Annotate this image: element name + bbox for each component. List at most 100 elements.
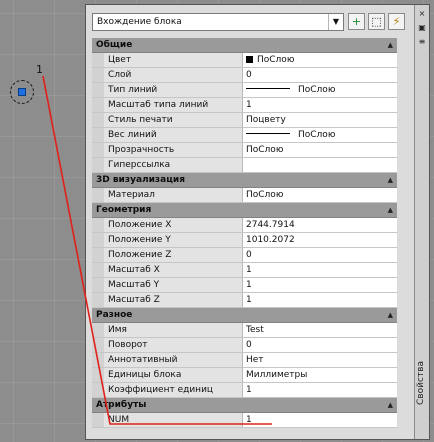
quick-select-button[interactable]: ⚡ xyxy=(388,13,405,30)
row-gutter xyxy=(92,233,104,247)
section-header[interactable]: 3D визуализация ▲ xyxy=(92,173,397,188)
property-value[interactable]: 1 xyxy=(243,278,397,292)
property-name: Цвет xyxy=(104,53,243,67)
section-title: Атрибуты xyxy=(96,400,147,410)
property-value-text: ПоСлою xyxy=(298,130,336,140)
property-value[interactable]: ПоСлою xyxy=(243,83,397,97)
row-gutter xyxy=(92,68,104,82)
section-header[interactable]: Разное ▲ xyxy=(92,308,397,323)
property-name: Масштаб X xyxy=(104,263,243,277)
collapse-icon[interactable]: ▲ xyxy=(388,398,393,412)
properties-palette: Вхождение блока ▼ + ⬚ ⚡ Общие ▲ Цвет ПоСлою… xyxy=(85,4,430,440)
row-gutter xyxy=(92,83,104,97)
row-gutter xyxy=(92,113,104,127)
object-type-select[interactable]: Вхождение блока ▼ xyxy=(92,13,344,31)
property-row[interactable]: Масштаб Z1 xyxy=(92,293,397,308)
close-icon[interactable]: × xyxy=(417,9,427,19)
property-row[interactable]: Масштаб типа линий 1 xyxy=(92,98,397,113)
property-value[interactable]: ПоСлою xyxy=(243,143,397,157)
property-value-text: 2744.7914 xyxy=(246,220,295,230)
color-swatch-icon xyxy=(246,56,253,63)
property-name: Поворот xyxy=(104,338,243,352)
property-value[interactable]: Поцвету xyxy=(243,113,397,127)
property-value[interactable]: 2744.7914 xyxy=(243,218,397,232)
property-value-text: ПоСлою xyxy=(298,85,336,95)
property-row[interactable]: Поворот 0 xyxy=(92,338,397,353)
palette-title-strip[interactable]: × ▣ ≡ Свойства xyxy=(414,5,429,439)
collapse-icon[interactable]: ▲ xyxy=(388,203,393,217)
property-row[interactable]: Положение X 2744.7914 xyxy=(92,218,397,233)
property-row[interactable]: Слой 0 xyxy=(92,68,397,83)
property-value-text: Нет xyxy=(246,355,264,365)
property-row[interactable]: Материал ПоСлою xyxy=(92,188,397,203)
property-value[interactable]: 1 xyxy=(243,383,397,397)
autohide-icon[interactable]: ▣ xyxy=(417,23,427,33)
property-row[interactable]: Стиль печати Поцвету xyxy=(92,113,397,128)
collapse-icon[interactable]: ▲ xyxy=(388,173,393,187)
section-header[interactable]: Общие ▲ xyxy=(92,38,397,53)
row-gutter xyxy=(92,368,104,382)
property-value[interactable]: 1 xyxy=(243,98,397,112)
property-row[interactable]: Положение Z0 xyxy=(92,248,397,263)
property-value[interactable]: ПоСлою xyxy=(243,128,397,142)
property-row[interactable]: Имя Test xyxy=(92,323,397,338)
property-row[interactable]: Цвет ПоСлою xyxy=(92,53,397,68)
section-title: 3D визуализация xyxy=(96,175,185,185)
collapse-icon[interactable]: ▲ xyxy=(388,308,393,322)
property-name: NUM xyxy=(104,413,243,427)
property-name: Вес линий xyxy=(104,128,243,142)
row-gutter xyxy=(92,188,104,202)
property-value[interactable]: Миллиметры xyxy=(243,368,397,382)
property-value[interactable]: 1 xyxy=(243,293,397,307)
palette-toolbar: Вхождение блока ▼ + ⬚ ⚡ xyxy=(92,13,412,35)
property-value[interactable]: Нет xyxy=(243,353,397,367)
property-value[interactable]: Test xyxy=(243,323,397,337)
property-row[interactable]: NUM 1 xyxy=(92,413,397,428)
property-value[interactable]: 1 xyxy=(243,263,397,277)
property-value[interactable]: ПоСлою xyxy=(243,53,397,67)
chevron-down-icon[interactable]: ▼ xyxy=(328,14,343,30)
attribute-text[interactable]: 1 xyxy=(36,63,43,76)
property-value-text: 1 xyxy=(246,280,252,290)
property-value[interactable]: ПоСлою xyxy=(243,188,397,202)
collapse-icon[interactable]: ▲ xyxy=(388,38,393,52)
palette-title: Свойства xyxy=(416,361,426,405)
property-name: Гиперссылка xyxy=(104,158,243,172)
property-value[interactable] xyxy=(243,158,397,172)
property-value[interactable]: 1 xyxy=(243,413,397,427)
row-gutter xyxy=(92,53,104,67)
property-row[interactable]: Положение Y 1010.2072 xyxy=(92,233,397,248)
property-value-text: 1 xyxy=(246,385,252,395)
block-insertion-marker[interactable] xyxy=(10,80,34,104)
property-name: Масштаб Y xyxy=(104,278,243,292)
property-value[interactable]: 1010.2072 xyxy=(243,233,397,247)
property-row[interactable]: Гиперссылка xyxy=(92,158,397,173)
toggle-pickadd-button[interactable]: + xyxy=(348,13,365,30)
block-grip[interactable] xyxy=(18,88,26,96)
property-value-text: 1 xyxy=(246,295,252,305)
property-value[interactable]: 0 xyxy=(243,248,397,262)
property-value-text: 0 xyxy=(246,70,252,80)
properties-menu-icon[interactable]: ≡ xyxy=(417,37,427,47)
section-header[interactable]: Геометрия ▲ xyxy=(92,203,397,218)
plus-icon: + xyxy=(351,15,362,28)
select-objects-button[interactable]: ⬚ xyxy=(368,13,385,30)
property-row[interactable]: Аннотативный Нет xyxy=(92,353,397,368)
section-header[interactable]: Атрибуты ▲ xyxy=(92,398,397,413)
row-gutter xyxy=(92,278,104,292)
property-row[interactable]: Масштаб X1 xyxy=(92,263,397,278)
property-row[interactable]: Масштаб Y1 xyxy=(92,278,397,293)
property-row[interactable]: Коэффициент единиц 1 xyxy=(92,383,397,398)
property-row[interactable]: Тип линий ПоСлою xyxy=(92,83,397,98)
property-row[interactable]: Прозрачность ПоСлою xyxy=(92,143,397,158)
property-value-text: Миллиметры xyxy=(246,370,308,380)
property-name: Единицы блока xyxy=(104,368,243,382)
property-value[interactable]: 0 xyxy=(243,68,397,82)
property-value[interactable]: 0 xyxy=(243,338,397,352)
property-row[interactable]: Вес линий ПоСлою xyxy=(92,128,397,143)
property-row[interactable]: Единицы блока Миллиметры xyxy=(92,368,397,383)
row-gutter xyxy=(92,143,104,157)
property-name: Материал xyxy=(104,188,243,202)
property-value-text: 1 xyxy=(246,415,252,425)
property-value-text: ПоСлою xyxy=(246,145,284,155)
